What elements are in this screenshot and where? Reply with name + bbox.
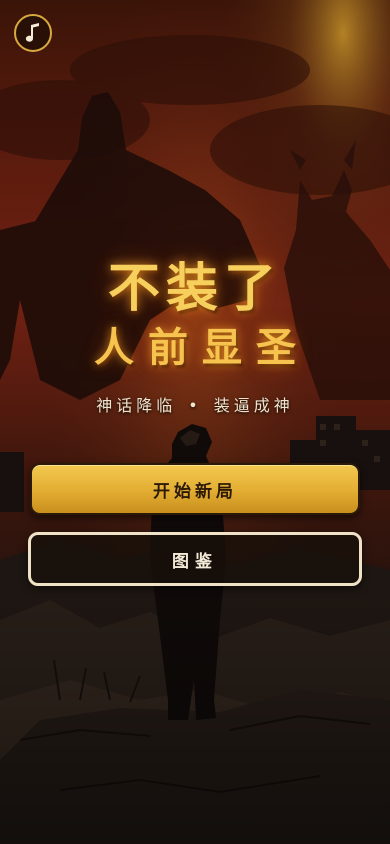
gallery-label: 图鉴	[172, 551, 218, 572]
tagline: 神话降临 • 装逼成神	[0, 392, 390, 416]
music-note-icon	[25, 23, 39, 42]
tagline-separator: •	[188, 396, 202, 415]
title-screen: 不装了 人前显圣 神话降临 • 装逼成神 开始新局 图鉴	[0, 0, 390, 844]
title-line-1: 不装了	[107, 258, 282, 319]
apocalypse-background-art	[0, 0, 390, 844]
tagline-left: 神话降临	[96, 396, 177, 415]
start-new-game-label: 开始新局	[153, 481, 237, 502]
gallery-button[interactable]: 图鉴	[28, 532, 362, 586]
music-toggle-button[interactable]	[14, 14, 52, 52]
game-title: 不装了 人前显圣	[0, 258, 390, 374]
start-new-game-button[interactable]: 开始新局	[30, 463, 360, 515]
title-line-2: 人前显圣	[94, 324, 310, 371]
tagline-right: 装逼成神	[213, 396, 294, 415]
